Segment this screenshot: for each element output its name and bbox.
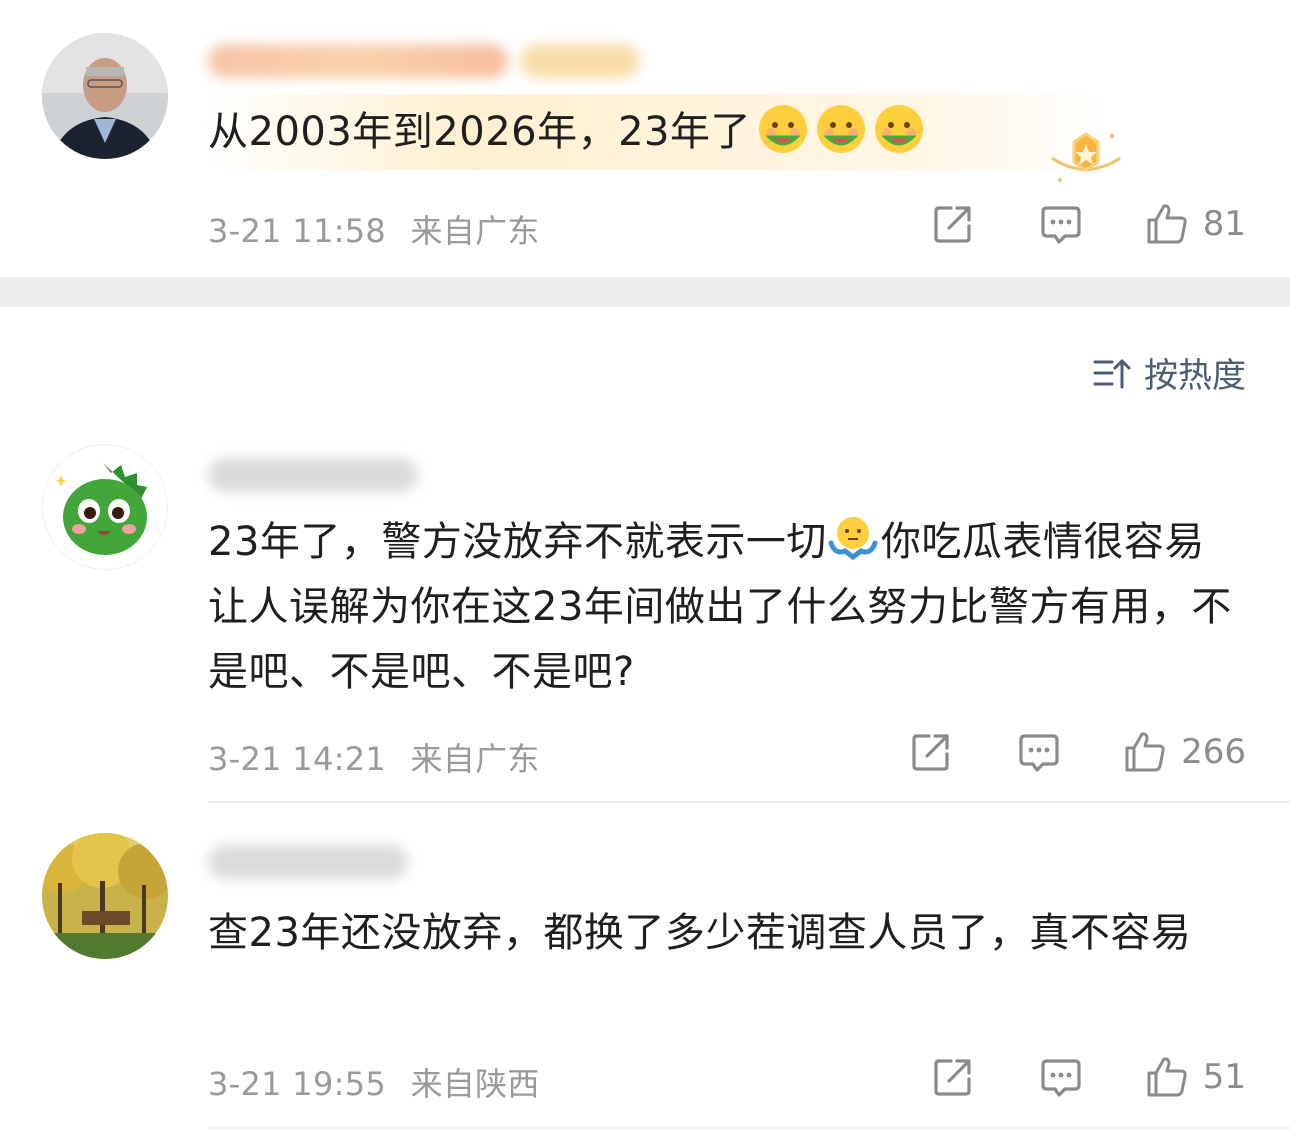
share-button[interactable]	[931, 1055, 975, 1099]
comment-divider	[208, 1127, 1290, 1129]
star-badge-icon	[1051, 132, 1121, 182]
avatar[interactable]	[42, 833, 168, 959]
comment-text-content: 查23年还没放弃，都换了多少茬调查人员了，真不容易	[208, 910, 1192, 956]
comment-location: 来自广东	[410, 740, 540, 778]
comment-time: 3-21 14:21	[208, 740, 387, 778]
comment-actions: 51	[931, 1055, 1246, 1099]
thumbs-up-icon	[1147, 1057, 1187, 1097]
comment-text: 23年了，警方没放弃不就表示一切 你吃瓜表情很容易让人误解为你在这23年间做出了什…	[208, 510, 1238, 705]
share-button[interactable]	[931, 202, 975, 246]
watermelon-eating-emoji-icon	[875, 105, 923, 153]
share-icon	[934, 206, 971, 243]
like-count: 51	[1202, 1057, 1246, 1097]
comment-bubble-icon	[1041, 206, 1081, 244]
comment-meta: 3-21 11:58 来自广东	[208, 206, 540, 252]
avatar[interactable]	[42, 444, 168, 570]
watermelon-eating-emoji-icon	[759, 105, 807, 153]
share-icon	[934, 1059, 971, 1096]
comment-location: 来自陕西	[410, 1065, 540, 1103]
username-blurred[interactable]	[208, 44, 508, 78]
comment-text: 查23年还没放弃，都换了多少茬调查人员了，真不容易	[208, 901, 1238, 966]
avatar-photo	[42, 33, 168, 159]
share-icon	[912, 734, 949, 771]
watermelon-eating-emoji-icon	[817, 105, 865, 153]
sort-icon	[1093, 359, 1131, 388]
username-blurred[interactable]	[208, 458, 418, 492]
comment-location: 来自广东	[410, 212, 540, 250]
like-button[interactable]: 81	[1145, 202, 1246, 246]
share-button[interactable]	[909, 730, 953, 774]
comment-meta: 3-21 19:55 来自陕西	[208, 1059, 540, 1105]
like-button[interactable]: 266	[1123, 730, 1246, 774]
comment-1: 从2003年到2026年，23年了 3-21 11:58 来自广东 81	[0, 0, 1290, 277]
comment-text-content: 从2003年到2026年，23年了	[208, 109, 751, 155]
comment-meta: 3-21 14:21 来自广东	[208, 734, 540, 780]
sort-button[interactable]: 按热度	[1092, 348, 1246, 397]
ginkgo-trees-avatar-icon	[42, 833, 168, 959]
reply-button[interactable]	[1039, 1055, 1083, 1099]
avatar[interactable]	[42, 33, 168, 159]
comment-3: 查23年还没放弃，都换了多少茬调查人员了，真不容易 3-21 19:55 来自陕…	[0, 803, 1290, 1137]
comment-bubble-icon	[1019, 734, 1059, 772]
like-button[interactable]: 51	[1145, 1055, 1246, 1099]
thumbs-up-icon	[1125, 732, 1165, 772]
thumbs-up-icon	[1147, 204, 1187, 244]
username-blurred[interactable]	[208, 845, 408, 879]
dinosaur-avatar-icon	[43, 445, 167, 569]
user-badge-blurred	[520, 44, 640, 78]
like-count: 266	[1181, 732, 1246, 772]
section-separator	[0, 277, 1290, 307]
comment-time: 3-21 19:55	[208, 1065, 387, 1103]
comment-actions: 81	[931, 202, 1246, 246]
like-count: 81	[1202, 204, 1246, 244]
sort-label: 按热度	[1144, 356, 1246, 396]
reply-button[interactable]	[1039, 202, 1083, 246]
reply-button[interactable]	[1017, 730, 1061, 774]
shrug-emoji-icon	[828, 517, 878, 561]
comment-text-part1: 23年了，警方没放弃不就表示一切	[208, 519, 827, 565]
comment-2: 23年了，警方没放弃不就表示一切 你吃瓜表情很容易让人误解为你在这23年间做出了什…	[0, 430, 1290, 802]
comment-time: 3-21 11:58	[208, 212, 387, 250]
comment-actions: 266	[909, 730, 1246, 774]
comment-bubble-icon	[1041, 1059, 1081, 1097]
